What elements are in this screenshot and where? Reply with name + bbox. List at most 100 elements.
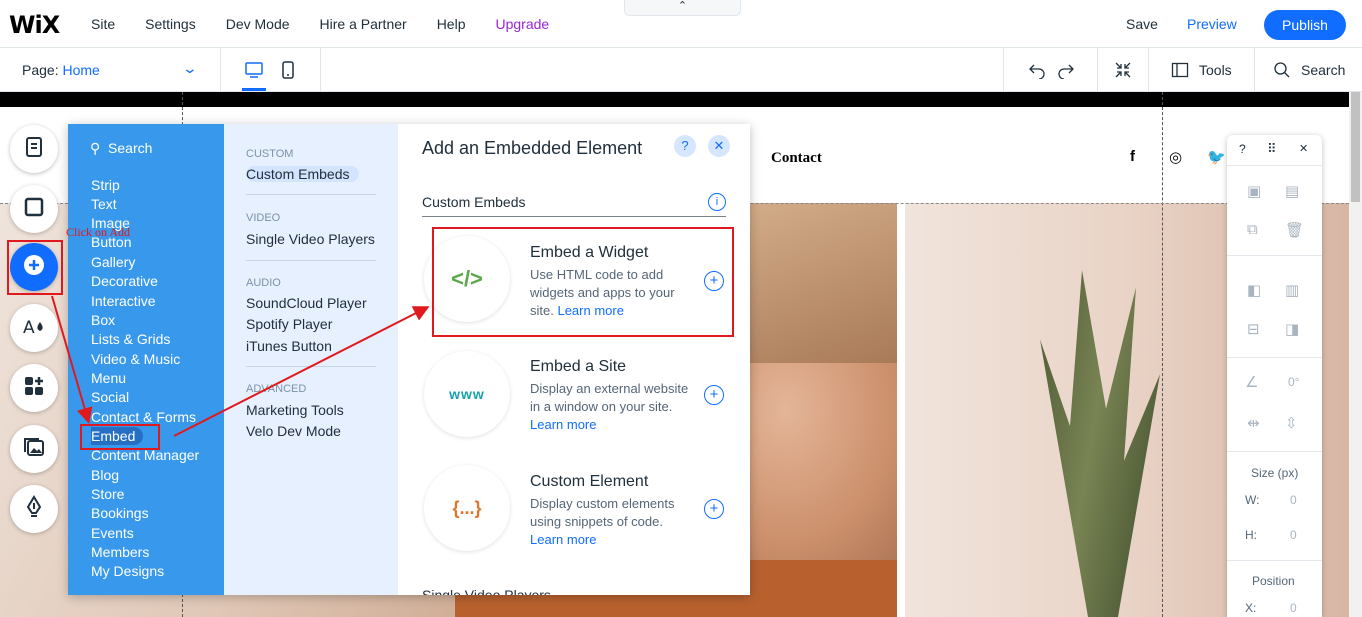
theme-button[interactable]: A [10, 304, 58, 352]
subcategory-custom-embeds[interactable]: Custom Embeds [246, 166, 360, 182]
subcategory-list: CUSTOM Custom Embeds VIDEO Single Video … [224, 124, 398, 595]
category-members[interactable]: Members [91, 544, 149, 560]
rotate-icon[interactable]: ∠ [1245, 373, 1258, 391]
category-contact-forms[interactable]: Contact & Forms [91, 409, 196, 425]
custom-element-icon[interactable]: {...} [424, 465, 510, 551]
category-lists-grids[interactable]: Lists & Grids [91, 331, 170, 347]
canvas-scrollbar[interactable] [1349, 92, 1362, 617]
menu-upgrade[interactable]: Upgrade [480, 16, 564, 32]
height-input[interactable]: 0 [1290, 528, 1297, 542]
flip-horizontal-icon[interactable]: ⇹ [1247, 414, 1260, 432]
annotation-box-add [7, 240, 63, 295]
www-icon[interactable]: www [424, 351, 510, 437]
menu-dev-mode[interactable]: Dev Mode [211, 16, 305, 32]
page-selector[interactable]: Page: Home [22, 62, 100, 78]
custom-element-title[interactable]: Custom Element [530, 473, 648, 491]
category-menu[interactable]: Menu [91, 370, 126, 386]
learn-more-link[interactable]: Learn more [530, 417, 596, 432]
search-icon[interactable] [1273, 61, 1291, 84]
publish-button[interactable]: Publish [1264, 10, 1346, 40]
menu-hire-a-partner[interactable]: Hire a Partner [305, 16, 422, 32]
panel-search[interactable]: ⚲ Search [90, 140, 152, 157]
chevron-down-icon[interactable]: ⌄ [182, 60, 198, 77]
match-size-icon[interactable]: ◨ [1285, 320, 1299, 338]
divider [1227, 357, 1322, 358]
search-button[interactable]: Search [1301, 62, 1345, 78]
divider [422, 216, 726, 217]
category-events[interactable]: Events [91, 525, 134, 541]
pages-button[interactable] [10, 125, 58, 173]
search-icon: ⚲ [90, 140, 101, 156]
copy-icon[interactable]: ▣ [1247, 182, 1261, 200]
category-text[interactable]: Text [91, 196, 117, 212]
arrange-icon[interactable]: ◧ [1247, 281, 1261, 299]
category-strip[interactable]: Strip [91, 177, 120, 193]
category-box[interactable]: Box [91, 312, 115, 328]
info-icon[interactable]: i [708, 193, 726, 211]
divider [220, 48, 221, 92]
embed-site-title[interactable]: Embed a Site [530, 358, 626, 376]
flip-vertical-icon[interactable]: ⇳ [1285, 414, 1298, 432]
category-interactive[interactable]: Interactive [91, 293, 156, 309]
subcategory-itunes-button[interactable]: iTunes Button [246, 338, 332, 354]
category-social[interactable]: Social [91, 389, 129, 405]
category-my-designs[interactable]: My Designs [91, 563, 164, 579]
align-icon[interactable]: ▥ [1285, 281, 1299, 299]
redo-icon[interactable] [1057, 61, 1075, 84]
site-menu-contact[interactable]: Contact [771, 150, 822, 167]
paste-icon[interactable]: ▤ [1285, 182, 1299, 200]
category-gallery[interactable]: Gallery [91, 254, 135, 270]
help-icon[interactable]: ? [674, 135, 696, 157]
add-embed-site-button[interactable]: + [704, 385, 724, 405]
media-button[interactable] [10, 425, 58, 473]
tools-icon[interactable] [1171, 61, 1189, 84]
twitter-icon[interactable]: 🐦 [1207, 148, 1226, 166]
wix-logo[interactable]: WiX [9, 11, 60, 39]
save-button[interactable]: Save [1126, 16, 1158, 32]
facebook-icon[interactable]: f [1130, 148, 1135, 165]
preview-button[interactable]: Preview [1187, 16, 1237, 32]
background-button[interactable] [10, 185, 58, 233]
drag-handle-icon[interactable]: ⠿ [1267, 141, 1277, 157]
distribute-icon[interactable]: ⊟ [1247, 320, 1260, 338]
category-video-music[interactable]: Video & Music [91, 351, 180, 367]
category-store[interactable]: Store [91, 486, 124, 502]
add-custom-element-button[interactable]: + [704, 499, 724, 519]
category-bookings[interactable]: Bookings [91, 505, 149, 521]
desktop-icon[interactable] [244, 60, 264, 80]
delete-icon[interactable]: 🗑 [1285, 221, 1304, 239]
duplicate-icon[interactable]: ⧉ [1247, 221, 1258, 238]
menu-help[interactable]: Help [422, 16, 481, 32]
help-icon[interactable]: ? [1239, 142, 1246, 156]
learn-more-link[interactable]: Learn more [530, 532, 596, 547]
menu-site[interactable]: Site [76, 16, 130, 32]
divider [1148, 48, 1149, 92]
divider [246, 366, 376, 367]
app-market-button[interactable] [10, 364, 58, 412]
close-icon[interactable]: ✕ [1299, 142, 1308, 155]
media-icon [22, 435, 46, 464]
subcategory-single-video-players[interactable]: Single Video Players [246, 231, 375, 247]
subcategory-spotify-player[interactable]: Spotify Player [246, 316, 332, 332]
x-input[interactable]: 0 [1290, 601, 1297, 615]
instagram-icon[interactable]: ◎ [1169, 148, 1182, 166]
undo-icon[interactable] [1028, 61, 1046, 84]
tools-button[interactable]: Tools [1199, 62, 1232, 78]
subcategory-velo-dev-mode[interactable]: Velo Dev Mode [246, 423, 341, 439]
subcategory-heading: ADVANCED [246, 383, 307, 395]
embed-site-description-text: Display an external website in a window … [530, 381, 689, 414]
scrollbar-thumb[interactable] [1351, 92, 1360, 202]
category-decorative[interactable]: Decorative [91, 273, 158, 289]
element-properties-toolbar: ? ⠿ ✕ ▣ ▤ ⧉ 🗑 ◧ ▥ ⊟ ◨ ∠ 0° ⇹ ⇳ Size (px)… [1227, 135, 1322, 617]
subcategory-soundcloud-player[interactable]: SoundCloud Player [246, 295, 367, 311]
collapse-toolbar-tab[interactable]: ⌃ [624, 0, 741, 16]
width-input[interactable]: 0 [1290, 493, 1297, 507]
blog-button[interactable] [10, 485, 58, 533]
subcategory-marketing-tools[interactable]: Marketing Tools [246, 402, 344, 418]
rotation-value[interactable]: 0° [1288, 375, 1299, 389]
mobile-icon[interactable] [278, 60, 298, 80]
menu-settings[interactable]: Settings [130, 16, 211, 32]
close-icon[interactable]: ✕ [708, 135, 730, 157]
zoom-out-icon[interactable] [1114, 61, 1132, 84]
category-blog[interactable]: Blog [91, 467, 119, 483]
